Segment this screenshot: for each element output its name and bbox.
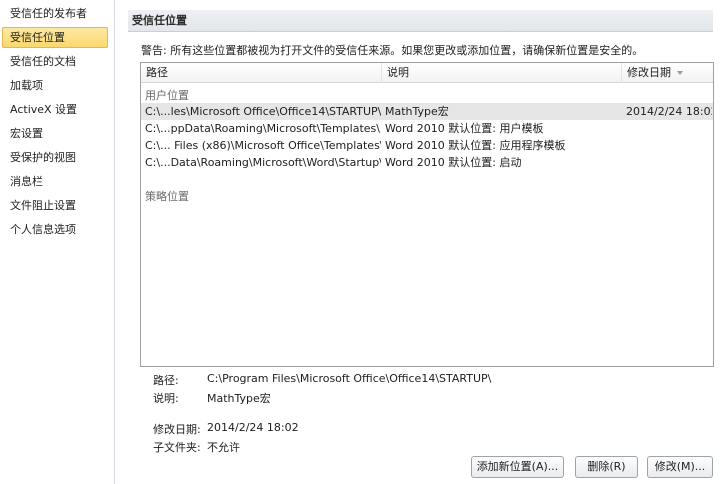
group-label-user-locations: 用户位置 [145,89,189,102]
warning-text: 警告: 所有这些位置都被视为打开文件的受信任来源。如果您更改或添加位置，请确保新… [141,44,644,57]
detail-path-label: 路径: [153,374,179,387]
detail-subfolders-value: 不允许 [207,441,240,454]
column-header-path[interactable]: 路径 [141,63,382,83]
column-header-path-label: 路径 [146,66,168,79]
sidebar-item-privacy-options[interactable]: 个人信息选项 [2,219,108,240]
row-path: C:\...ppData\Roaming\Microsoft\Templates… [145,122,380,135]
trusted-locations-list[interactable]: 路径 说明 修改日期 用户位置 C:\...les\Microsoft Offi… [140,62,714,367]
row-description: MathType宏 [385,105,449,118]
row-path: C:\...les\Microsoft Office\Office14\STAR… [145,105,381,118]
detail-description-label: 说明: [153,392,179,405]
section-title: 受信任位置 [128,10,713,32]
sidebar: 受信任的发布者 受信任位置 受信任的文档 加载项 ActiveX 设置 宏设置 … [0,0,115,484]
sidebar-item-file-block-settings[interactable]: 文件阻止设置 [2,195,108,216]
sidebar-item-macro-settings[interactable]: 宏设置 [2,123,108,144]
list-header: 路径 说明 修改日期 [141,63,713,83]
column-header-modified[interactable]: 修改日期 [622,63,713,83]
sort-descending-icon [677,71,683,75]
group-label-policy-locations: 策略位置 [145,190,189,203]
modify-button[interactable]: 修改(M)... [647,456,713,478]
add-new-location-button[interactable]: 添加新位置(A)... [471,456,564,478]
table-row[interactable]: C:\...Data\Roaming\Microsoft\Word\Startu… [141,154,713,171]
detail-modified-value: 2014/2/24 18:02 [207,421,299,434]
main-panel: 受信任位置 警告: 所有这些位置都被视为打开文件的受信任来源。如果您更改或添加位… [116,0,723,484]
detail-subfolders-label: 子文件夹: [153,441,201,454]
row-description: Word 2010 默认位置: 用户模板 [385,122,544,135]
column-header-description[interactable]: 说明 [382,63,622,83]
detail-description-value: MathType宏 [207,392,271,405]
table-row[interactable]: C:\... Files (x86)\Microsoft Office\Temp… [141,137,713,154]
row-description: Word 2010 默认位置: 启动 [385,156,522,169]
column-header-description-label: 说明 [387,66,409,79]
row-description: Word 2010 默认位置: 应用程序模板 [385,139,566,152]
sidebar-item-trusted-documents[interactable]: 受信任的文档 [2,51,108,72]
column-header-modified-label: 修改日期 [627,66,671,79]
table-row[interactable]: C:\...les\Microsoft Office\Office14\STAR… [141,103,713,120]
table-row[interactable]: C:\...ppData\Roaming\Microsoft\Templates… [141,120,713,137]
detail-path-value: C:\Program Files\Microsoft Office\Office… [207,372,492,385]
row-modified: 2014/2/24 18:02 [626,105,712,118]
sidebar-item-trusted-publishers[interactable]: 受信任的发布者 [2,3,108,24]
sidebar-item-message-bar[interactable]: 消息栏 [2,171,108,192]
sidebar-item-activex-settings[interactable]: ActiveX 设置 [2,99,108,120]
row-path: C:\...Data\Roaming\Microsoft\Word\Startu… [145,156,381,169]
row-path: C:\... Files (x86)\Microsoft Office\Temp… [145,139,381,152]
sidebar-item-add-ins[interactable]: 加载项 [2,75,108,96]
sidebar-item-trusted-locations[interactable]: 受信任位置 [2,27,108,48]
sidebar-item-protected-view[interactable]: 受保护的视图 [2,147,108,168]
remove-button[interactable]: 删除(R) [575,456,638,478]
detail-modified-label: 修改日期: [153,423,201,436]
